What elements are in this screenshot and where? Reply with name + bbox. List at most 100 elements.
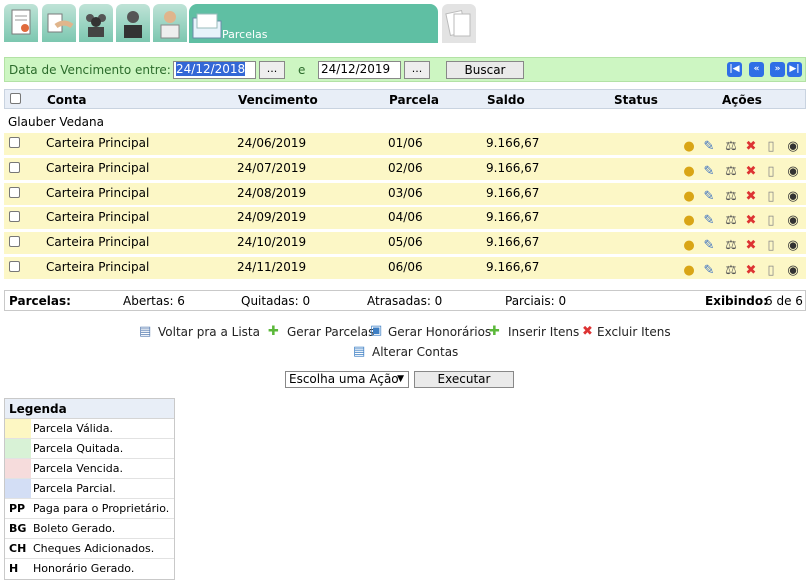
scales-icon[interactable]: ⚖ (723, 238, 739, 254)
coins-icon[interactable]: ● (681, 263, 697, 279)
pencil-icon[interactable]: ✎ (701, 238, 717, 254)
row-actions: ● ✎ ⚖ ✖ ▯ ◉ (681, 161, 803, 180)
eye-icon[interactable]: ◉ (785, 263, 801, 279)
scales-icon[interactable]: ⚖ (723, 189, 739, 205)
coins-icon[interactable]: ● (681, 213, 697, 229)
coins-icon[interactable]: ● (681, 238, 697, 254)
tab-user[interactable] (153, 4, 187, 42)
pencil-icon[interactable]: ✎ (701, 189, 717, 205)
cell-parcela: 06/06 (388, 260, 423, 274)
businessman-icon (124, 11, 142, 38)
row-checkbox[interactable] (9, 236, 20, 248)
eye-icon[interactable]: ◉ (785, 139, 801, 155)
delete-icon[interactable]: ✖ (743, 164, 759, 180)
pencil-icon[interactable]: ✎ (701, 213, 717, 229)
delete-icon[interactable]: ✖ (743, 263, 759, 279)
summary-parcelas-label: Parcelas: (9, 294, 71, 308)
legend-text: Boleto Gerado. (33, 522, 116, 535)
summary-exibindo-value: 6 de 6 (765, 294, 803, 308)
cell-vencimento: 24/06/2019 (237, 136, 307, 150)
action-select[interactable]: Escolha uma Ação ▼ (285, 371, 409, 388)
delete-icon[interactable]: ✖ (743, 213, 759, 229)
delete-icon[interactable]: ✖ (743, 139, 759, 155)
row-actions: ● ✎ ⚖ ✖ ▯ ◉ (681, 210, 803, 229)
pencil-icon[interactable]: ✎ (701, 263, 717, 279)
table-header: Conta Vencimento Parcela Saldo Status Aç… (4, 89, 806, 109)
delete-icon[interactable]: ✖ (743, 238, 759, 254)
document-icon[interactable]: ▯ (763, 263, 779, 279)
tab-agreement[interactable] (42, 4, 76, 42)
legend-code: BG (9, 522, 27, 535)
cell-parcela: 05/06 (388, 235, 423, 250)
document-icon[interactable]: ▯ (763, 238, 779, 254)
tab-people[interactable] (79, 4, 113, 42)
delete-icon[interactable]: ✖ (743, 189, 759, 205)
select-all-checkbox[interactable] (10, 93, 21, 104)
eye-icon[interactable]: ◉ (785, 189, 801, 205)
date-filter-label: Data de Vencimento entre: (9, 63, 171, 77)
header-saldo: Saldo (487, 93, 525, 107)
previous-page-icon[interactable]: « (749, 62, 764, 77)
date-filter-bar: Data de Vencimento entre: 24/12/2018 ...… (4, 57, 806, 82)
row-checkbox[interactable] (9, 137, 20, 148)
scales-icon[interactable]: ⚖ (723, 164, 739, 180)
pencil-icon[interactable]: ✎ (701, 164, 717, 180)
start-date-picker-button[interactable]: ... (259, 61, 285, 79)
legend-text: Honorário Gerado. (33, 562, 135, 575)
header-vencimento: Vencimento (238, 93, 318, 107)
eye-icon[interactable]: ◉ (785, 238, 801, 254)
cell-vencimento: 24/10/2019 (237, 235, 307, 250)
summary-bar: Parcelas: Abertas: 6 Quitadas: 0 Atrasad… (4, 290, 806, 311)
id-card-icon: ▤ (353, 344, 366, 359)
first-page-icon[interactable]: |◀ (727, 62, 742, 77)
cell-saldo: 9.166,67 (486, 136, 540, 150)
execute-button[interactable]: Executar (414, 371, 514, 388)
table-row: Carteira Principal 24/07/2019 02/06 9.166,6… (4, 157, 806, 180)
legend-code: H (9, 562, 19, 575)
end-date-input[interactable]: 24/12/2019 (318, 61, 401, 79)
cell-parcela: 01/06 (388, 136, 423, 150)
delete-icon: ✖ (582, 324, 593, 339)
header-parcela: Parcela (389, 93, 439, 107)
pencil-icon[interactable]: ✎ (701, 139, 717, 155)
document-icon[interactable]: ▯ (763, 164, 779, 180)
coins-icon[interactable]: ● (681, 139, 697, 155)
cell-vencimento: 24/11/2019 (237, 260, 307, 274)
header-acoes: Ações (722, 93, 762, 107)
row-checkbox[interactable] (9, 211, 20, 223)
cell-vencimento: 24/09/2019 (237, 210, 307, 225)
document-icon[interactable]: ▯ (763, 213, 779, 229)
cell-vencimento: 24/07/2019 (237, 160, 307, 175)
row-checkbox[interactable] (9, 186, 20, 198)
eye-icon[interactable]: ◉ (785, 164, 801, 180)
tab-contract[interactable] (4, 4, 38, 42)
legend-swatch (5, 459, 31, 478)
scales-icon[interactable]: ⚖ (723, 139, 739, 155)
document-icon[interactable]: ▯ (763, 189, 779, 205)
cell-parcela: 04/06 (388, 210, 423, 225)
person-icon (160, 11, 180, 39)
document-icon[interactable]: ▯ (763, 139, 779, 155)
header-status: Status (614, 93, 658, 107)
last-page-icon[interactable]: ▶| (787, 62, 802, 77)
next-page-icon[interactable]: » (770, 62, 785, 77)
scales-icon[interactable]: ⚖ (723, 263, 739, 279)
cell-saldo: 9.166,67 (486, 260, 540, 274)
legend-code: CH (9, 542, 27, 555)
coins-icon[interactable]: ● (681, 189, 697, 205)
coins-icon[interactable]: ● (681, 164, 697, 180)
row-checkbox[interactable] (9, 161, 20, 173)
start-date-input[interactable]: 24/12/2018 (173, 61, 256, 79)
cell-vencimento: 24/08/2019 (237, 185, 307, 200)
search-button[interactable]: Buscar (446, 61, 524, 79)
cell-saldo: 9.166,67 (486, 210, 540, 225)
row-checkbox[interactable] (9, 261, 20, 272)
tab-owner[interactable] (116, 4, 150, 42)
legend-code: PP (9, 502, 26, 515)
eye-icon[interactable]: ◉ (785, 213, 801, 229)
end-date-picker-button[interactable]: ... (404, 61, 430, 79)
legend-item: Parcela Quitada. (5, 439, 174, 459)
tab-parcelas[interactable]: Parcelas (189, 4, 438, 43)
tab-documents[interactable] (442, 4, 476, 43)
scales-icon[interactable]: ⚖ (723, 213, 739, 229)
